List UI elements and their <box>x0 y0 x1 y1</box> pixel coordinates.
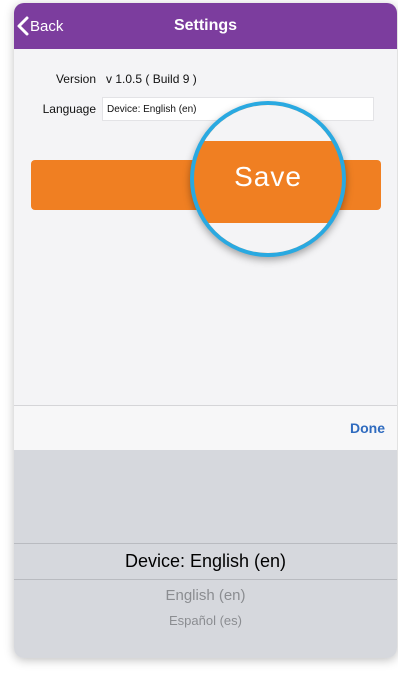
back-button[interactable]: Back <box>16 3 63 49</box>
picker-option[interactable]: English (en) <box>14 587 397 604</box>
language-picker[interactable]: Device: English (en) English (en) Españo… <box>14 450 397 658</box>
picker-option[interactable]: Español (es) <box>14 613 397 628</box>
page-title: Settings <box>173 17 238 34</box>
version-row: Version v 1.0.5 ( Build 9 ) <box>34 70 197 88</box>
magnified-save-label: Save <box>234 161 302 192</box>
settings-content: Version v 1.0.5 ( Build 9 ) Language Sav… <box>14 49 397 405</box>
done-button[interactable]: Done <box>350 406 385 451</box>
version-value: v 1.0.5 ( Build 9 ) <box>106 72 197 86</box>
navigation-bar: Back Settings <box>14 3 397 49</box>
phone-screen: Back Settings Version v 1.0.5 ( Build 9 … <box>14 3 397 658</box>
back-label: Back <box>30 17 64 35</box>
language-label: Language <box>42 102 96 116</box>
version-label: Version <box>55 72 96 86</box>
picker-toolbar: Done <box>14 405 397 452</box>
chevron-left-icon <box>16 15 30 37</box>
picker-selected-option[interactable]: Device: English (en) <box>14 543 397 580</box>
magnifier-callout: Save <box>190 101 346 257</box>
